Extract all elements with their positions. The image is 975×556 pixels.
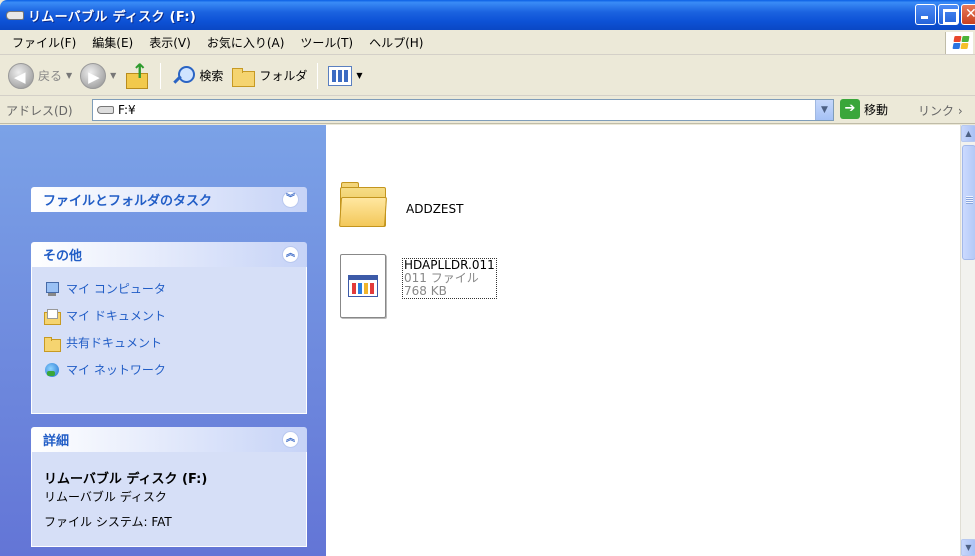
address-dropdown-icon[interactable]: ▼ xyxy=(815,100,833,120)
expand-chevron-icon[interactable]: ︾ xyxy=(282,191,299,208)
back-label: 戻る xyxy=(38,69,63,83)
tasks-group: ファイルとフォルダのタスク ︾ xyxy=(31,187,307,212)
views-icon xyxy=(328,65,353,86)
maximize-button[interactable] xyxy=(938,4,959,25)
go-button[interactable]: ➔ 移動 xyxy=(840,99,888,119)
details-group-title: 詳細 xyxy=(43,434,70,449)
link-label: マイ コンピュータ xyxy=(66,282,166,296)
scroll-grip-icon xyxy=(966,196,973,204)
address-value: F:¥ xyxy=(118,103,136,117)
search-icon xyxy=(171,64,196,88)
links-button[interactable]: リンク › xyxy=(918,102,963,119)
folders-button[interactable]: フォルダ xyxy=(227,59,311,93)
menu-favorites[interactable]: お気に入り(A) xyxy=(199,34,293,51)
folders-label: フォルダ xyxy=(259,69,308,83)
file-item-label[interactable]: HDAPLLDR.011 011 ファイル 768 KB xyxy=(402,258,497,299)
search-label: 検索 xyxy=(199,69,224,83)
window-title: リムーバブル ディスク (F:) xyxy=(28,9,197,25)
address-bar: アドレス(D) F:¥ ▼ ➔ 移動 リンク › xyxy=(0,97,975,124)
toolbar-separator xyxy=(160,62,162,89)
task-pane: ファイルとフォルダのタスク ︾ その他 ︽ マイ コンピュータ マイ ドキュメン… xyxy=(0,125,326,556)
vertical-scrollbar[interactable]: ▲ ▼ xyxy=(960,125,975,556)
other-group-title: その他 xyxy=(43,249,83,264)
menu-edit[interactable]: 編集(E) xyxy=(84,34,141,51)
back-dropdown-icon[interactable]: ▼ xyxy=(66,71,72,80)
computer-icon xyxy=(44,281,60,297)
application-file-icon[interactable] xyxy=(340,254,386,318)
details-drive-type: リムーバブル ディスク xyxy=(44,490,167,504)
collapse-chevron-icon[interactable]: ︽ xyxy=(282,246,299,263)
forward-dropdown-icon[interactable]: ▼ xyxy=(110,71,116,80)
address-label: アドレス(D) xyxy=(6,103,73,118)
collapse-chevron-icon[interactable]: ︽ xyxy=(282,431,299,448)
tasks-group-header[interactable]: ファイルとフォルダのタスク ︾ xyxy=(31,187,307,212)
views-button[interactable]: ▼ xyxy=(324,59,366,93)
other-group-header[interactable]: その他 ︽ xyxy=(31,242,307,267)
details-group: 詳細 ︽ リムーバブル ディスク (F:) リムーバブル ディスク ファイル シ… xyxy=(31,427,307,547)
address-input[interactable]: F:¥ ▼ xyxy=(92,99,834,121)
link-my-network[interactable]: マイ ネットワーク xyxy=(44,356,294,383)
minimize-button[interactable] xyxy=(915,4,936,25)
views-dropdown-icon[interactable]: ▼ xyxy=(356,71,362,80)
folder-icon[interactable] xyxy=(338,181,388,231)
menu-tools[interactable]: ツール(T) xyxy=(292,34,361,51)
folders-icon xyxy=(231,66,256,87)
my-documents-icon xyxy=(44,308,61,325)
forward-arrow-icon xyxy=(80,62,107,89)
menu-file[interactable]: ファイル(F) xyxy=(4,34,84,51)
link-label: マイ ネットワーク xyxy=(66,363,166,377)
link-my-documents[interactable]: マイ ドキュメント xyxy=(44,302,294,329)
scroll-down-icon[interactable]: ▼ xyxy=(961,539,975,556)
network-icon xyxy=(44,362,60,378)
link-my-computer[interactable]: マイ コンピュータ xyxy=(44,275,294,302)
search-button[interactable]: 検索 xyxy=(167,59,227,93)
scroll-thumb[interactable] xyxy=(962,145,975,260)
scroll-up-icon[interactable]: ▲ xyxy=(961,125,975,142)
links-label: リンク xyxy=(918,104,955,118)
folder-up-icon xyxy=(124,59,150,89)
back-arrow-icon xyxy=(8,62,34,89)
close-button[interactable] xyxy=(961,4,975,25)
toolbar-separator xyxy=(317,62,319,89)
details-group-header[interactable]: 詳細 ︽ xyxy=(31,427,307,452)
menu-help[interactable]: ヘルプ(H) xyxy=(361,34,431,51)
details-drive-name: リムーバブル ディスク (F:) xyxy=(44,472,208,487)
link-shared-documents[interactable]: 共有ドキュメント xyxy=(44,329,294,356)
go-arrow-icon: ➔ xyxy=(840,99,860,119)
up-button[interactable] xyxy=(120,59,154,93)
title-bar[interactable]: リムーバブル ディスク (F:) xyxy=(0,0,975,30)
other-places-group: その他 ︽ マイ コンピュータ マイ ドキュメント 共有ドキュメント マイ ネッ… xyxy=(31,242,307,414)
drive-icon xyxy=(97,106,114,114)
link-label: 共有ドキュメント xyxy=(66,336,163,350)
forward-button[interactable]: ▼ xyxy=(76,59,120,93)
shared-folder-icon xyxy=(44,335,61,352)
go-label: 移動 xyxy=(864,102,889,117)
menu-bar: ファイル(F) 編集(E) 表示(V) お気に入り(A) ツール(T) ヘルプ(… xyxy=(0,30,975,55)
details-group-body: リムーバブル ディスク (F:) リムーバブル ディスク ファイル システム: … xyxy=(31,452,307,547)
file-view[interactable]: ADDZEST HDAPLLDR.011 011 ファイル 768 KB xyxy=(326,125,960,556)
removable-drive-icon xyxy=(6,10,24,20)
windows-logo-icon xyxy=(945,32,973,54)
back-button[interactable]: 戻る ▼ xyxy=(4,59,76,93)
link-label: マイ ドキュメント xyxy=(66,309,166,323)
other-group-body: マイ コンピュータ マイ ドキュメント 共有ドキュメント マイ ネットワーク xyxy=(31,267,307,414)
menu-view[interactable]: 表示(V) xyxy=(141,34,199,51)
file-size: 768 KB xyxy=(404,284,447,298)
folder-name[interactable]: ADDZEST xyxy=(406,202,463,216)
tasks-group-title: ファイルとフォルダのタスク xyxy=(43,194,213,209)
window-controls xyxy=(915,4,975,25)
toolbar: 戻る ▼ ▼ 検索 フォルダ ▼ xyxy=(0,56,975,96)
details-file-system: ファイル システム: FAT xyxy=(44,515,172,529)
